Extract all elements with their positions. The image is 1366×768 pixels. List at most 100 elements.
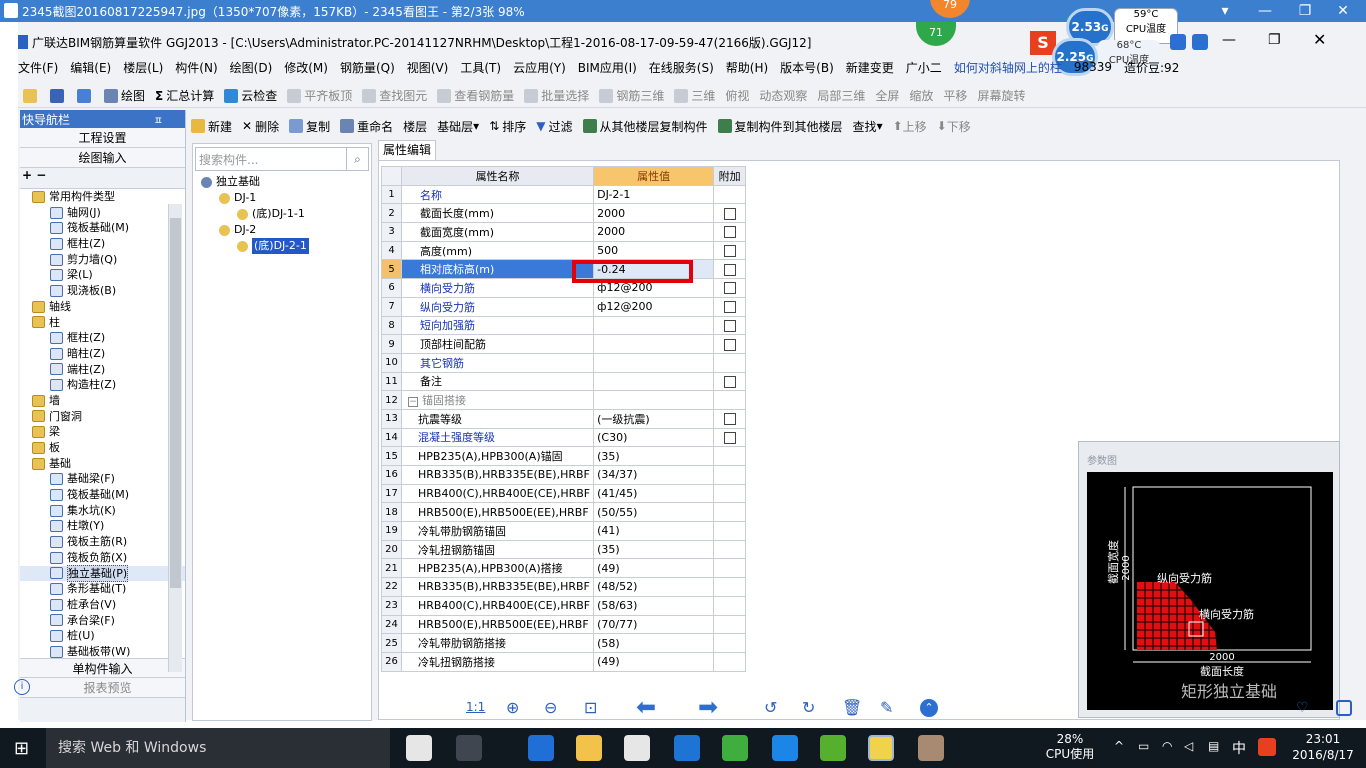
copy-from-floor-button[interactable]: 从其他楼层复制构件: [578, 118, 713, 135]
top-view-button[interactable]: 俯视: [720, 87, 754, 104]
property-value[interactable]: [593, 334, 715, 354]
open-icon[interactable]: [18, 88, 45, 103]
property-value[interactable]: (50/55): [593, 502, 715, 523]
ggj-app-icon[interactable]: [868, 735, 894, 761]
property-row[interactable]: 2 截面长度(mm) 2000: [381, 203, 747, 224]
sogou-tray-icon[interactable]: [1258, 738, 1276, 756]
tab-property-editor[interactable]: 属性编辑: [378, 140, 436, 160]
nav-tree-item[interactable]: 基础梁(F): [20, 471, 185, 487]
nav-tree-item[interactable]: 筏板基础(M): [20, 487, 185, 503]
view-rebar-qty-button[interactable]: 查看钢筋量: [432, 87, 519, 104]
property-row[interactable]: 7 纵向受力筋 ф12@200: [381, 296, 747, 317]
menu-modify[interactable]: 修改(M): [278, 59, 334, 76]
extra-checkbox[interactable]: [723, 413, 736, 426]
nav-tree-item[interactable]: 轴线: [20, 299, 185, 315]
property-value[interactable]: (34/37): [593, 465, 715, 485]
tray-chevron-icon[interactable]: ^: [1114, 739, 1124, 753]
property-row[interactable]: 11 备注: [381, 371, 747, 392]
nav-tree-item[interactable]: 筏板负筋(X): [20, 550, 185, 566]
app-icon-1[interactable]: [456, 735, 482, 761]
nav-tree-item[interactable]: 端柱(Z): [20, 362, 185, 378]
menu-tools[interactable]: 工具(T): [454, 59, 507, 76]
new-button[interactable]: 新建: [186, 118, 237, 135]
cpu-badge[interactable]: 79: [930, 0, 970, 18]
extra-checkbox[interactable]: [723, 338, 736, 351]
nav-tree-item[interactable]: 墙: [20, 393, 185, 409]
property-value[interactable]: (49): [593, 558, 715, 579]
nav-tree-item[interactable]: 框柱(Z): [20, 330, 185, 346]
nav-tree-item[interactable]: 常用构件类型: [20, 189, 185, 205]
property-row[interactable]: 18 HRB500(E),HRB500E(EE),HRBF (50/55): [381, 502, 747, 523]
draw-button[interactable]: 绘图: [99, 87, 150, 104]
filter-button[interactable]: ▼ 过滤: [531, 118, 577, 135]
property-value[interactable]: 500: [593, 240, 715, 261]
project-settings-button[interactable]: 工程设置: [20, 128, 185, 148]
extra-checkbox[interactable]: [723, 431, 736, 444]
property-value[interactable]: ф12@200: [593, 296, 715, 317]
nav-tree-item[interactable]: 梁: [20, 424, 185, 440]
component-tree-item[interactable]: (底)DJ-1-1: [193, 206, 371, 222]
nav-tree-item[interactable]: 柱墩(Y): [20, 518, 185, 534]
batch-select-button[interactable]: 批量选择: [519, 87, 594, 104]
property-value[interactable]: (49): [593, 651, 715, 672]
nav-scrollbar-thumb[interactable]: [170, 218, 181, 588]
property-value[interactable]: (70/77): [593, 614, 715, 635]
menu-version[interactable]: 版本号(B): [774, 59, 840, 76]
menu-online[interactable]: 在线服务(S): [643, 59, 720, 76]
nav-tree-item[interactable]: 剪力墙(Q): [20, 252, 185, 268]
nav-tree-item[interactable]: 基础: [20, 456, 185, 472]
more-icon[interactable]: ⌃: [920, 699, 938, 717]
menu-component[interactable]: 构件(N): [169, 59, 223, 76]
menu-rebar-qty[interactable]: 钢筋量(Q): [334, 59, 401, 76]
ime-indicator[interactable]: 中: [1232, 738, 1246, 758]
property-value[interactable]: [593, 371, 715, 392]
nav-tree-item[interactable]: 筏板主筋(R): [20, 534, 185, 550]
property-value[interactable]: 2000: [593, 222, 715, 242]
app-icon-2[interactable]: [722, 735, 748, 761]
nav-tree-item[interactable]: 桩(U): [20, 628, 185, 644]
nav-tree-item[interactable]: 桩承台(V): [20, 597, 185, 613]
rotate-right-icon[interactable]: ↻: [802, 698, 815, 717]
property-row[interactable]: 16 HRB335(B),HRB335E(BE),HRBF (34/37): [381, 465, 747, 485]
upload-icon[interactable]: [1170, 34, 1186, 50]
nav-tree-item[interactable]: 筏板基础(M): [20, 220, 185, 236]
nav-tree-item[interactable]: 门窗洞: [20, 409, 185, 425]
nav-tree-item[interactable]: 板: [20, 440, 185, 456]
task-view-icon[interactable]: [406, 735, 432, 761]
app-icon-3[interactable]: [772, 735, 798, 761]
nav-tree-item[interactable]: 基础板带(W): [20, 644, 185, 658]
property-value[interactable]: 2000: [593, 203, 715, 224]
menu-help[interactable]: 帮助(H): [720, 59, 774, 76]
property-row[interactable]: 8 短向加强筋: [381, 315, 747, 336]
collapse-icon[interactable]: −: [408, 397, 418, 408]
pan-button[interactable]: 平移: [938, 87, 972, 104]
nav-scrollbar[interactable]: [168, 204, 182, 672]
property-row[interactable]: 10 其它钢筋: [381, 352, 747, 373]
property-value[interactable]: (48/52): [593, 577, 715, 597]
summary-calc-button[interactable]: Σ 汇总计算: [150, 87, 219, 104]
fullscreen-button[interactable]: 全屏: [870, 87, 904, 104]
viewer-app-taskbar-icon[interactable]: [918, 735, 944, 761]
nav-tree-item[interactable]: 暗柱(Z): [20, 346, 185, 362]
zoom-out-icon[interactable]: ⊖: [544, 698, 557, 717]
property-value[interactable]: (41/45): [593, 483, 715, 504]
property-row[interactable]: 12− 锚固搭接: [381, 390, 747, 410]
rebar-3d-button[interactable]: 钢筋三维: [594, 87, 669, 104]
previous-image-icon[interactable]: ⬅: [636, 695, 656, 719]
property-row[interactable]: 20 冷轧扭钢筋锚固 (35): [381, 539, 747, 560]
extra-checkbox[interactable]: [723, 301, 736, 314]
find-button[interactable]: 查找 ▾: [848, 118, 888, 135]
property-row[interactable]: 24 HRB500(E),HRB500E(EE),HRBF (70/77): [381, 614, 747, 635]
property-value[interactable]: [593, 352, 715, 373]
nav-tree-item[interactable]: 条形基础(T): [20, 581, 185, 597]
nav-tree-item[interactable]: 轴网(J): [20, 205, 185, 221]
menu-file[interactable]: 文件(F): [18, 59, 64, 76]
next-image-icon[interactable]: ➡: [698, 695, 718, 719]
view-3d-button[interactable]: 三维: [669, 87, 720, 104]
search-input[interactable]: 搜索构件... ⌕: [195, 147, 369, 171]
component-tree-item[interactable]: 独立基础: [193, 174, 371, 190]
wifi-icon[interactable]: ◠: [1162, 739, 1172, 753]
property-row[interactable]: 4 高度(mm) 500: [381, 240, 747, 261]
menu-edit[interactable]: 编辑(E): [64, 59, 117, 76]
delete-button[interactable]: ✕ 删除: [237, 118, 284, 135]
